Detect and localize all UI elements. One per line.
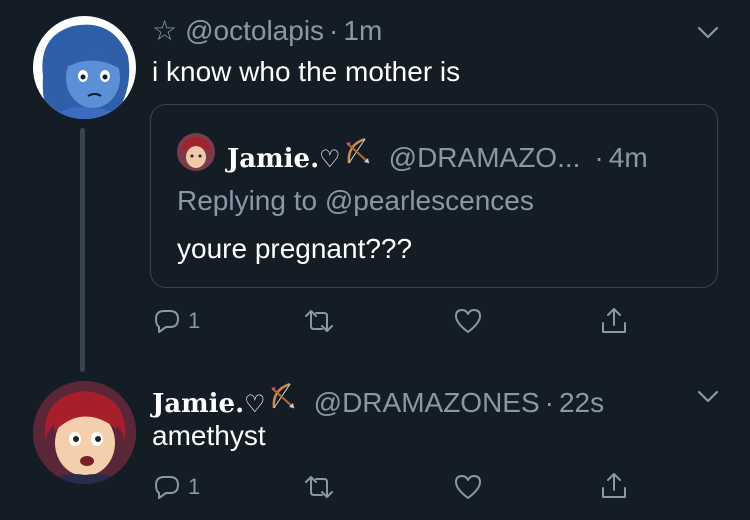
like-button[interactable] bbox=[453, 472, 483, 502]
bow-and-arrow-icon bbox=[343, 135, 375, 174]
share-button[interactable] bbox=[599, 470, 629, 502]
quote-timestamp[interactable]: 4m bbox=[609, 142, 648, 174]
tweet1-header: ☆ @octolapis · 1m bbox=[152, 14, 382, 47]
reply-count: 1 bbox=[188, 308, 201, 333]
share-icon bbox=[602, 473, 626, 498]
tweet1-text: i know who the mother is bbox=[152, 56, 461, 87]
tweet1-separator: · bbox=[329, 15, 339, 46]
bow-and-arrow-icon bbox=[268, 380, 300, 419]
reply-button[interactable]: 1 bbox=[152, 306, 200, 336]
heart-emoji: ♡ bbox=[319, 146, 341, 173]
reply-icon bbox=[155, 476, 179, 499]
tweet2-handle[interactable]: @DRAMAZONES bbox=[314, 387, 540, 419]
retweet-icon bbox=[305, 310, 333, 332]
quote-header: Jamie. ♡ @DRAMAZO... · 4m bbox=[227, 135, 648, 174]
quoted-tweet-card[interactable]: Jamie. ♡ @DRAMAZO... · 4m Replying to @p… bbox=[150, 104, 718, 288]
retweet-button[interactable] bbox=[302, 306, 336, 336]
chevron-down-icon[interactable] bbox=[694, 18, 722, 46]
share-button[interactable] bbox=[599, 305, 629, 337]
heart-emoji: ♡ bbox=[244, 391, 266, 418]
thread-connector-line bbox=[80, 128, 85, 372]
tweet2-display-name[interactable]: Jamie. bbox=[152, 389, 244, 419]
reply-count: 1 bbox=[188, 474, 201, 499]
reply-button[interactable]: 1 bbox=[152, 472, 200, 502]
octolapis-avatar[interactable] bbox=[33, 16, 136, 119]
share-icon bbox=[602, 308, 626, 333]
quote-author-avatar[interactable] bbox=[177, 133, 215, 171]
tweet1-handle[interactable]: @octolapis bbox=[185, 15, 324, 47]
quote-display-name[interactable]: Jamie. bbox=[227, 144, 319, 174]
star-icon: ☆ bbox=[152, 15, 178, 46]
tweet1-timestamp[interactable]: 1m bbox=[343, 15, 382, 47]
like-icon bbox=[455, 309, 481, 333]
tweet2-separator: · bbox=[544, 387, 554, 418]
tweet2-header: Jamie. ♡ @DRAMAZONES · 22s bbox=[152, 380, 604, 419]
chevron-down-icon[interactable] bbox=[694, 382, 722, 410]
replying-to-label[interactable]: Replying to @pearlescences bbox=[177, 185, 534, 217]
quote-handle[interactable]: @DRAMAZO... bbox=[389, 142, 581, 174]
tweet2-text: amethyst bbox=[152, 420, 266, 451]
reply-icon bbox=[155, 310, 179, 333]
like-icon bbox=[455, 475, 481, 499]
quote-separator: · bbox=[594, 142, 604, 173]
retweet-icon bbox=[305, 476, 333, 498]
retweet-button[interactable] bbox=[302, 472, 336, 502]
quote-text: youre pregnant??? bbox=[177, 233, 413, 264]
like-button[interactable] bbox=[453, 306, 483, 336]
jamie-avatar[interactable] bbox=[33, 381, 136, 484]
tweet2-timestamp[interactable]: 22s bbox=[559, 387, 604, 419]
